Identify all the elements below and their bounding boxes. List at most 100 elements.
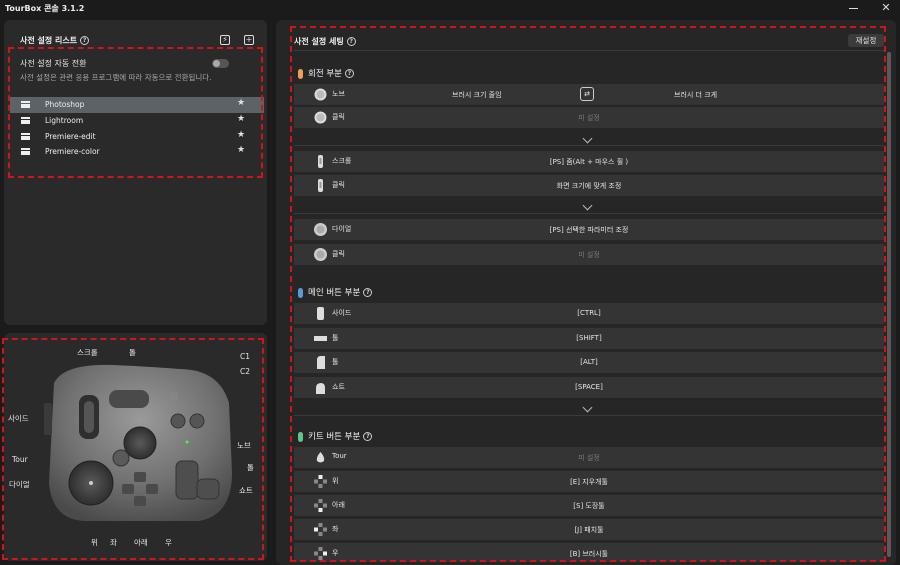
row-tour[interactable]: Tour 미 설정: [294, 447, 884, 468]
divider: [294, 415, 884, 416]
preset-list-title-text: 사전 설정 리스트: [20, 36, 78, 45]
row-right[interactable]: 우 [B] 브러시툴: [294, 543, 884, 562]
settings-title-text: 사전 설정 세팅: [294, 37, 344, 46]
row-value[interactable]: [CTRL]: [294, 309, 884, 317]
import-icon[interactable]: ⚡: [220, 35, 230, 45]
row-value-right[interactable]: 브러시 더 크게: [674, 90, 717, 100]
row-value[interactable]: [PS] 선택한 파라미터 조정: [294, 225, 884, 235]
row-value[interactable]: 미 설정: [294, 250, 884, 260]
row-value[interactable]: 미 설정: [294, 113, 884, 123]
preset-item-lightroom[interactable]: Lightroom ★: [10, 113, 264, 129]
label-up: 위: [91, 538, 98, 547]
reset-button[interactable]: 재설정: [848, 34, 884, 47]
minimize-button[interactable]: [846, 2, 862, 14]
row-value[interactable]: [J] 패치툴: [294, 525, 884, 535]
row-down[interactable]: 아래 [S] 도장툴: [294, 495, 884, 516]
label-right: 우: [165, 538, 172, 547]
row-scroll[interactable]: 스크롤 [PS] 줌(Alt + 마우스 휠 ): [294, 151, 884, 172]
preset-item-premiere-color[interactable]: Premiere-color ★: [10, 144, 264, 160]
add-preset-icon[interactable]: +: [244, 35, 254, 45]
row-value[interactable]: [SHIFT]: [294, 334, 884, 342]
star-icon[interactable]: ★: [237, 145, 245, 155]
auto-switch-desc: 사전 설정은 관련 응용 프로그램에 따라 자동으로 전환됩니다.: [20, 73, 212, 82]
divider: [294, 145, 884, 146]
row-up[interactable]: 위 [E] 지우개툴: [294, 471, 884, 492]
device-diagram-panel: ꬰ 스크롤 톨 C1 C2 사이드 노브 Tour 톨 다이얼 쇼트 위 좌 아…: [4, 333, 267, 561]
chevron-down-icon[interactable]: [582, 405, 592, 413]
row-value-left[interactable]: 브러시 크기 줄임: [452, 90, 502, 100]
label-short: 쇼트: [239, 486, 253, 495]
label-tour: Tour: [12, 455, 28, 464]
row-short[interactable]: 쇼트 [SPACE]: [294, 377, 884, 398]
row-side[interactable]: 사이드 [CTRL]: [294, 303, 884, 324]
preset-name: Premiere-edit: [45, 132, 96, 141]
section-color-pill: [298, 68, 303, 79]
row-value[interactable]: 화면 크기에 맞게 조정: [294, 181, 884, 191]
row-tall-b[interactable]: 톨 [ALT]: [294, 352, 884, 373]
label-left: 좌: [110, 538, 117, 547]
menu-icon: [21, 101, 30, 108]
auto-switch-toggle[interactable]: [212, 59, 229, 68]
row-value[interactable]: [SPACE]: [294, 383, 884, 391]
window-title: TourBox 콘솔 3.1.2: [5, 4, 85, 13]
chevron-down-icon[interactable]: [582, 203, 592, 211]
divider: [294, 213, 884, 214]
preset-item-photoshop[interactable]: Photoshop ★: [10, 97, 264, 113]
knob-icon: [314, 88, 327, 101]
row-scroll-click[interactable]: 클릭 화면 크기에 맞게 조정: [294, 175, 884, 196]
menu-icon: [21, 133, 30, 140]
label-scroll: 스크롤: [77, 348, 98, 357]
preset-name: Photoshop: [45, 100, 85, 109]
preset-list-panel: 사전 설정 리스트? ⚡ + 사전 설정 자동 전환 사전 설정은 관련 응용 …: [4, 20, 267, 325]
divider: [294, 50, 884, 51]
section-label: 메인 버튼 부분: [308, 288, 361, 298]
row-dial[interactable]: 다이얼 [PS] 선택한 파라미터 조정: [294, 219, 884, 240]
star-icon[interactable]: ★: [237, 114, 245, 124]
auto-switch-label: 사전 설정 자동 전환: [20, 59, 87, 68]
help-icon[interactable]: ?: [363, 288, 373, 297]
label-c1: C1: [240, 352, 251, 361]
row-value[interactable]: [ALT]: [294, 358, 884, 366]
row-dial-click[interactable]: 클릭 미 설정: [294, 244, 884, 265]
preset-name: Premiere-color: [45, 147, 100, 156]
close-button[interactable]: ✕: [878, 1, 894, 15]
star-icon[interactable]: ★: [237, 98, 245, 108]
row-value[interactable]: [E] 지우개툴: [294, 477, 884, 487]
section-color-pill: [298, 287, 303, 298]
label-tall-2: 톨: [247, 463, 254, 472]
label-dial: 다이얼: [9, 480, 30, 489]
preset-item-premiere-edit[interactable]: Premiere-edit ★: [10, 129, 264, 145]
section-rotation: 회전 부분?: [298, 67, 354, 79]
section-color-pill: [298, 431, 303, 442]
help-icon[interactable]: ?: [363, 432, 373, 441]
row-tall-a[interactable]: 톨 [SHIFT]: [294, 328, 884, 349]
label-c2: C2: [240, 367, 251, 376]
preset-list-title: 사전 설정 리스트?: [20, 35, 90, 46]
row-value[interactable]: [S] 도장툴: [294, 501, 884, 511]
help-icon[interactable]: ?: [344, 69, 354, 78]
settings-scrollbar[interactable]: [886, 52, 892, 562]
preset-settings-panel: 사전 설정 세팅? 재설정 회전 부분? 노브 브러시 크기 줄임 ⇄ 브러시 …: [276, 20, 896, 565]
preset-name: Lightroom: [45, 116, 84, 125]
section-label: 키트 버튼 부분: [308, 432, 361, 442]
help-icon[interactable]: ?: [80, 36, 90, 45]
label-down: 아래: [134, 538, 148, 547]
swap-icon[interactable]: ⇄: [580, 87, 594, 101]
chevron-down-icon[interactable]: [582, 136, 592, 144]
star-icon[interactable]: ★: [237, 130, 245, 140]
help-icon[interactable]: ?: [346, 37, 356, 46]
row-value[interactable]: [B] 브러시툴: [294, 549, 884, 559]
row-value[interactable]: [PS] 줌(Alt + 마우스 휠 ): [294, 157, 884, 167]
label-side: 사이드: [8, 414, 29, 423]
row-left[interactable]: 좌 [J] 패치툴: [294, 519, 884, 540]
title-bar: TourBox 콘솔 3.1.2 ✕: [0, 0, 900, 16]
row-knob-click[interactable]: 클릭 미 설정: [294, 107, 884, 128]
settings-title: 사전 설정 세팅?: [294, 36, 356, 47]
label-knob: 노브: [237, 441, 251, 450]
row-value[interactable]: 미 설정: [294, 453, 884, 463]
row-knob[interactable]: 노브 브러시 크기 줄임 ⇄ 브러시 더 크게: [294, 84, 884, 105]
section-kit-buttons: 키트 버튼 부분?: [298, 430, 373, 442]
row-label: 노브: [332, 90, 345, 98]
scrollbar-thumb[interactable]: [887, 52, 891, 557]
tourbox-device-image: ꬰ: [44, 364, 232, 521]
